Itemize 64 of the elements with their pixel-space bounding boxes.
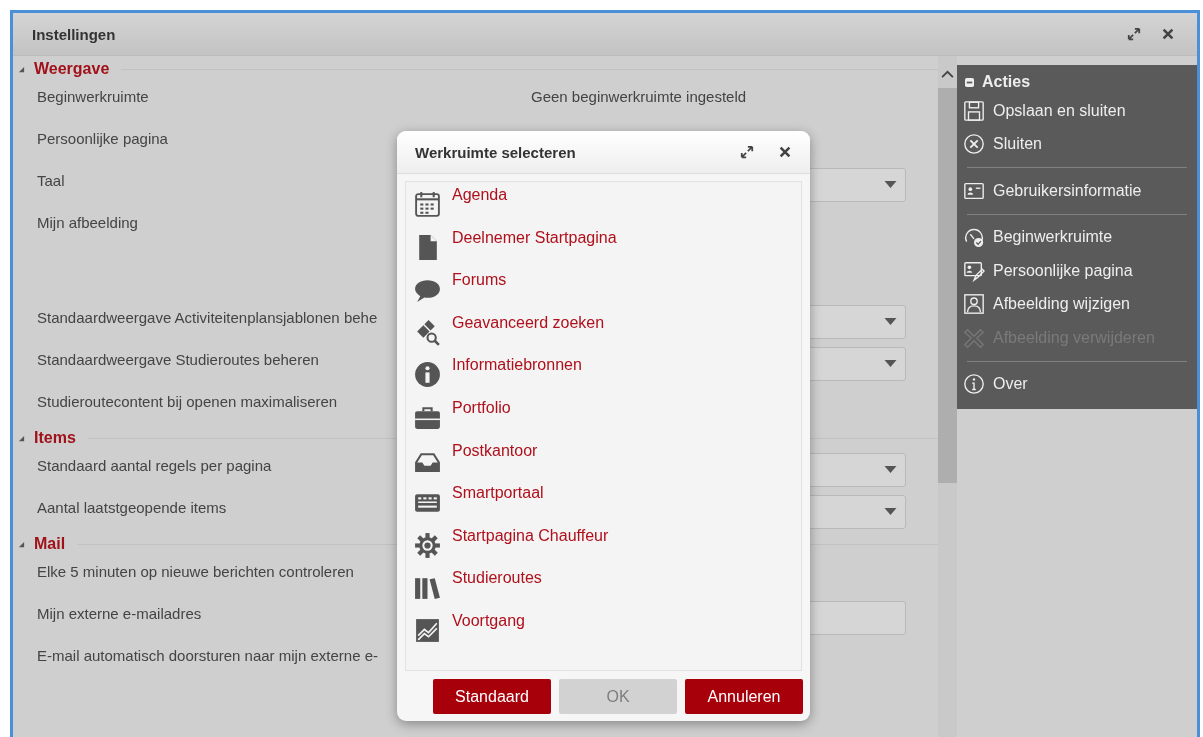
maximize-icon[interactable] (1127, 27, 1141, 41)
action-link[interactable]: Sluiten (963, 127, 1191, 161)
window-title: Instellingen (32, 25, 117, 43)
workspace-link[interactable]: Startpagina Chauffeur (452, 526, 609, 545)
workspace-link[interactable]: Voortgang (452, 611, 525, 630)
section-title: Weergave (34, 60, 110, 78)
workspace-link[interactable]: Agenda (452, 186, 508, 204)
caret-icon (884, 360, 897, 368)
workspace-link[interactable]: Geavanceerd zoeken (452, 313, 605, 332)
caret-icon (884, 466, 897, 474)
setting-label: Standaardweergave Activiteitenplansjablonen behe (37, 309, 378, 326)
info-icon (963, 373, 985, 396)
setting-label: Mijn externe e-mailadres (37, 605, 202, 622)
workspace-link[interactable]: Postkantoor (452, 441, 538, 460)
info-icon (413, 360, 442, 390)
caret-icon (884, 181, 897, 189)
dialog-button[interactable]: Standaard (433, 679, 551, 714)
workspace-link[interactable]: Deelnemer Startpagina (452, 228, 617, 247)
dialog-button[interactable]: Annuleren (685, 679, 803, 714)
workspace-link[interactable]: Forums (452, 271, 507, 290)
setting-label: Taal (37, 172, 65, 189)
collapse-icon[interactable] (965, 77, 974, 87)
collapse-icon[interactable] (18, 65, 25, 73)
scroll-up-icon[interactable] (941, 70, 954, 79)
profile-edit-icon (963, 259, 985, 282)
setting-value: Geen beginwerkruimte ingesteld (531, 87, 747, 105)
setting-label: Studieroutecontent bij openen maximaliseren (37, 393, 338, 410)
setting-label: Standaard aantal regels per pagina (37, 457, 272, 474)
setting-label: Persoonlijke pagina (37, 130, 168, 147)
action-link[interactable]: Opslaan en sluiten (963, 94, 1191, 128)
caret-icon (884, 508, 897, 516)
scrollbar-thumb[interactable] (938, 88, 957, 483)
action-link[interactable]: Persoonlijke pagina (963, 254, 1191, 288)
setting-label: Elke 5 minuten op nieuwe berichten controleren (37, 563, 354, 580)
action-link[interactable]: Over (963, 367, 1191, 401)
setting-label: Beginwerkruimte (37, 88, 149, 105)
gear-icon (413, 530, 442, 560)
action-link[interactable]: Gebruikersinformatie (963, 174, 1191, 208)
workspace-link[interactable]: Smartportaal (452, 484, 544, 503)
person-icon (963, 293, 985, 316)
setting-label: Aantal laatstgeopende items (37, 499, 227, 516)
section-title: Items (34, 429, 76, 447)
workspace-link[interactable]: Informatiebronnen (452, 356, 582, 375)
panel-title: Acties (982, 73, 1031, 91)
workspace-link[interactable]: Studieroutes (452, 569, 542, 588)
gauge-icon (963, 226, 985, 249)
delete-icon (963, 326, 985, 349)
setting-label: Mijn afbeelding (37, 214, 138, 231)
section-title: Mail (34, 535, 66, 553)
workspace-link[interactable]: Portfolio (452, 398, 511, 417)
close-icon (963, 133, 985, 156)
calendar-icon (413, 190, 442, 219)
action-link[interactable]: Beginwerkruimte (963, 220, 1191, 254)
close-icon[interactable] (1161, 27, 1175, 41)
save-icon (963, 99, 985, 122)
dialog-title: Werkruimte selecteren (415, 143, 577, 161)
setting-label: Standaardweergave Studieroutes beheren (37, 351, 319, 368)
action-link[interactable]: Afbeelding wijzigen (963, 287, 1191, 321)
collapse-icon[interactable] (18, 540, 25, 548)
caret-icon (884, 318, 897, 326)
setting-label: E-mail automatisch doorsturen naar mijn externe e- (37, 647, 378, 664)
close-icon[interactable] (778, 145, 792, 159)
collapse-icon[interactable] (18, 434, 25, 442)
maximize-icon[interactable] (740, 145, 754, 159)
